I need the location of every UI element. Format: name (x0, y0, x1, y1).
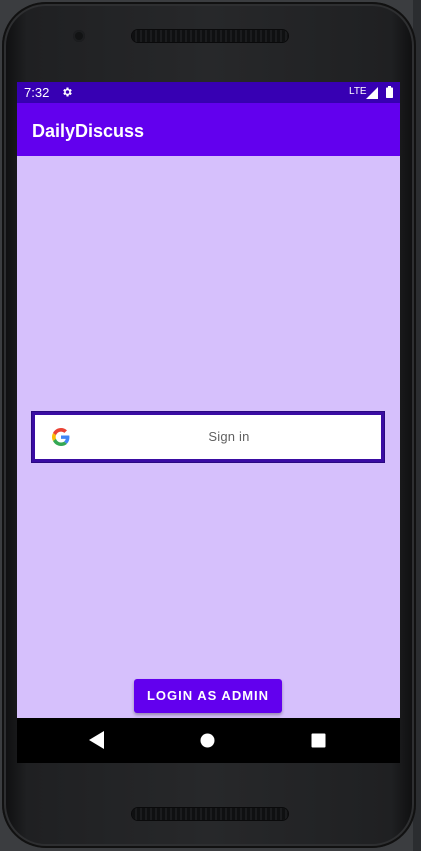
bottom-speaker-grille (132, 808, 288, 820)
status-bar: 7:32 LTE (17, 82, 400, 103)
device-screen: 7:32 LTE DailyDiscuss Sign in LOGIN AS A… (17, 82, 400, 763)
front-camera (73, 30, 85, 42)
signal-icon (366, 87, 378, 99)
google-sign-in-button[interactable]: Sign in (32, 412, 384, 462)
recents-icon[interactable] (311, 733, 326, 748)
main-content: Sign in LOGIN AS ADMIN (17, 156, 400, 718)
battery-icon (386, 86, 393, 98)
navigation-bar (17, 718, 400, 763)
back-icon[interactable] (89, 731, 105, 749)
network-type: LTE (349, 86, 367, 97)
app-title: DailyDiscuss (32, 121, 145, 141)
login-as-admin-button[interactable]: LOGIN AS ADMIN (134, 679, 282, 713)
top-speaker-grille (132, 30, 288, 42)
settings-gear-icon (63, 87, 72, 97)
status-time: 7:32 (24, 85, 50, 100)
home-icon[interactable] (200, 733, 215, 748)
app-bar: DailyDiscuss (17, 103, 400, 156)
sign-in-label: Sign in (208, 429, 250, 444)
